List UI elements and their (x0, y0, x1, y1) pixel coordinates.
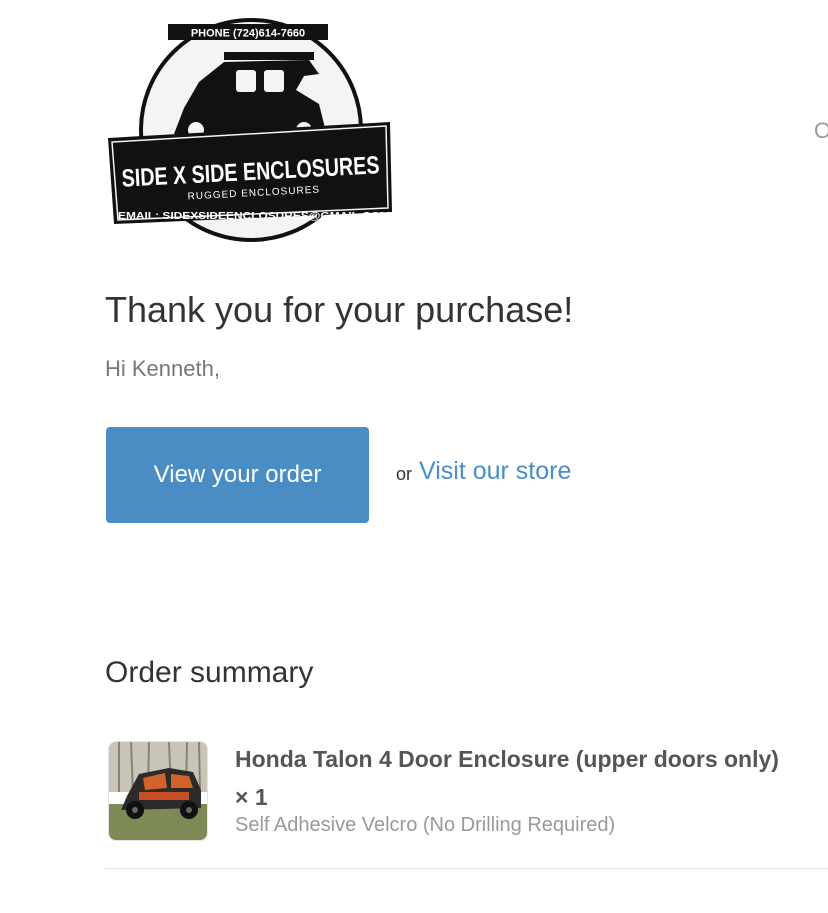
item-variant: Self Adhesive Velcro (No Drilling Requir… (235, 814, 616, 836)
header-order-number: O (814, 118, 828, 143)
visit-store-link[interactable]: Visit our store (419, 457, 571, 486)
order-summary-title: Order summary (105, 656, 314, 689)
logo-phone: PHONE (724)614-7660 (191, 28, 305, 40)
page-title: Thank you for your purchase! (105, 289, 574, 330)
store-logo: PHONE (724)614-7660 SIDE X SIDE ENCLOSUR… (104, 12, 398, 248)
greeting-text: Hi Kenneth, (105, 356, 220, 381)
or-text: or (396, 464, 413, 484)
item-name: Honda Talon 4 Door Enclosure (upper door… (235, 746, 779, 810)
product-thumbnail (108, 741, 208, 841)
divider (105, 868, 828, 869)
view-order-button[interactable]: View your order (106, 427, 369, 523)
logo-email: EMAIL: SIDEXSIDEENCLOSURES@GMAIL.COM (118, 211, 390, 222)
